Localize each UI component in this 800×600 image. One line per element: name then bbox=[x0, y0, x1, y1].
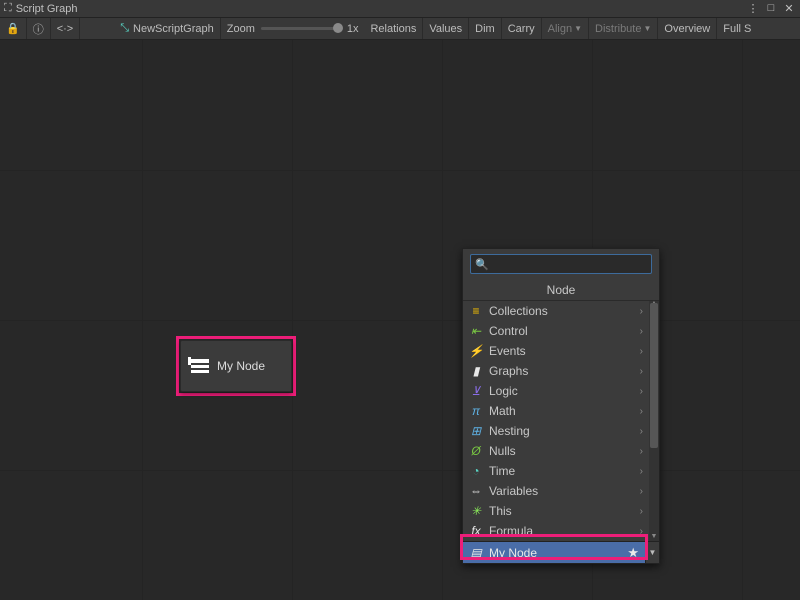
scroll-down-icon[interactable]: ▼ bbox=[649, 533, 659, 541]
lock-icon: 🔒 bbox=[6, 22, 20, 35]
info-icon: ⓘ bbox=[33, 21, 44, 37]
fuzzy-item[interactable]: ◔ Time › bbox=[463, 461, 649, 481]
chevron-down-icon: ▼ bbox=[574, 24, 582, 33]
fuzzy-item[interactable]: π Math › bbox=[463, 401, 649, 421]
zoom-control[interactable]: Zoom 1x bbox=[221, 18, 365, 39]
search-input[interactable] bbox=[493, 258, 647, 270]
star-icon[interactable]: ★ bbox=[627, 545, 639, 561]
bolt-icon: ⚡ bbox=[469, 344, 483, 358]
chevron-down-icon: ▼ bbox=[649, 548, 657, 557]
graph-name-label: NewScriptGraph bbox=[133, 23, 214, 35]
list-icon: ≡ bbox=[469, 304, 483, 318]
fuzzy-item[interactable]: ⇤ Control › bbox=[463, 321, 649, 341]
clock-icon: ◔ bbox=[469, 464, 483, 478]
graph-node[interactable]: My Node bbox=[180, 340, 292, 392]
chevron-right-icon: › bbox=[640, 326, 643, 337]
graph-window-icon: ⛶ bbox=[4, 2, 12, 15]
chevron-right-icon: › bbox=[640, 426, 643, 437]
fuzzy-selected-label: My Node bbox=[489, 546, 537, 560]
chevron-right-icon: › bbox=[640, 446, 643, 457]
node-stack-icon bbox=[191, 359, 209, 373]
fuzzy-item-label: This bbox=[489, 504, 512, 518]
toolbar: 🔒 ⓘ <·> ⤡ NewScriptGraph Zoom 1x Relatio… bbox=[0, 18, 800, 40]
zoom-label: Zoom bbox=[227, 23, 255, 35]
fx-icon: fx bbox=[469, 524, 483, 538]
chevron-right-icon: › bbox=[640, 386, 643, 397]
node-stack-icon: ▤ bbox=[469, 546, 483, 560]
fullscreen-button[interactable]: Full S bbox=[717, 18, 757, 39]
fuzzy-item-label: Time bbox=[489, 464, 515, 478]
fuzzy-selected-item[interactable]: ▤ My Node ★ bbox=[463, 542, 645, 563]
carry-button[interactable]: Carry bbox=[502, 18, 542, 39]
fuzzy-header: Node bbox=[463, 279, 659, 301]
zoom-value: 1x bbox=[347, 23, 359, 35]
branch-icon: ⇤ bbox=[469, 324, 483, 338]
window-titlebar: ⛶ Script Graph ⋮ □ ✕ bbox=[0, 0, 800, 18]
chevron-right-icon: › bbox=[640, 526, 643, 537]
nesting-icon: ⊞ bbox=[469, 424, 483, 438]
chevron-right-icon: › bbox=[640, 406, 643, 417]
folder-icon: ▮ bbox=[469, 364, 483, 378]
relations-button[interactable]: Relations bbox=[364, 18, 423, 39]
var-icon: ⇔ bbox=[469, 484, 483, 498]
overview-button[interactable]: Overview bbox=[658, 18, 717, 39]
search-icon: 🔍 bbox=[475, 258, 489, 271]
fuzzy-item[interactable]: ✳ This › bbox=[463, 501, 649, 521]
fuzzy-options-dropdown[interactable]: ▼ bbox=[645, 542, 659, 563]
chevron-right-icon: › bbox=[640, 506, 643, 517]
chevron-right-icon: › bbox=[640, 486, 643, 497]
fuzzy-item[interactable]: ⇔ Variables › bbox=[463, 481, 649, 501]
code-icon: <·> bbox=[57, 23, 74, 35]
graph-picker[interactable]: ⤡ NewScriptGraph bbox=[114, 18, 221, 39]
this-icon: ✳ bbox=[469, 504, 483, 518]
chevron-right-icon: › bbox=[640, 466, 643, 477]
node-label: My Node bbox=[217, 359, 265, 373]
logic-icon: ⊻ bbox=[469, 384, 483, 398]
scrollbar-track[interactable]: ▲ ▼ bbox=[649, 301, 659, 541]
graph-canvas[interactable]: My Node bbox=[0, 40, 800, 600]
kebab-menu-icon[interactable]: ⋮ bbox=[746, 2, 760, 15]
values-button[interactable]: Values bbox=[423, 18, 469, 39]
fuzzy-item-label: Variables bbox=[489, 484, 538, 498]
fuzzy-item[interactable]: ⊞ Nesting › bbox=[463, 421, 649, 441]
null-icon: Ø bbox=[469, 444, 483, 458]
maximize-icon[interactable]: □ bbox=[764, 2, 778, 15]
info-button[interactable]: ⓘ bbox=[27, 18, 51, 39]
fuzzy-item-label: Events bbox=[489, 344, 526, 358]
fuzzy-item-label: Control bbox=[489, 324, 528, 338]
fuzzy-item-label: Graphs bbox=[489, 364, 528, 378]
pi-icon: π bbox=[469, 404, 483, 418]
fuzzy-item[interactable]: fx Formula › bbox=[463, 521, 649, 541]
chevron-right-icon: › bbox=[640, 366, 643, 377]
fuzzy-item-label: Math bbox=[489, 404, 516, 418]
align-dropdown[interactable]: Align▼ bbox=[542, 18, 589, 39]
fuzzy-item[interactable]: Ø Nulls › bbox=[463, 441, 649, 461]
fuzzy-list: ▲ ▼ ≡ Collections › ⇤ Control › ⚡ Events › ▮ Graph… bbox=[463, 301, 659, 541]
fuzzy-item[interactable]: ⊻ Logic › bbox=[463, 381, 649, 401]
search-box[interactable]: 🔍 bbox=[470, 254, 652, 274]
fuzzy-item[interactable]: ≡ Collections › bbox=[463, 301, 649, 321]
chevron-right-icon: › bbox=[640, 306, 643, 317]
fuzzy-item-label: Formula bbox=[489, 524, 533, 538]
scrollbar-thumb[interactable] bbox=[650, 303, 658, 448]
fuzzy-item-label: Logic bbox=[489, 384, 518, 398]
code-button[interactable]: <·> bbox=[51, 18, 81, 39]
fuzzy-item-label: Nulls bbox=[489, 444, 516, 458]
window-title: Script Graph bbox=[16, 3, 78, 15]
fuzzy-item-label: Nesting bbox=[489, 424, 530, 438]
fuzzy-finder: 🔍 Node ▲ ▼ ≡ Collections › ⇤ Control › ⚡ Events… bbox=[462, 248, 660, 564]
graph-icon: ⤡ bbox=[120, 22, 129, 35]
lock-button[interactable]: 🔒 bbox=[0, 18, 27, 39]
chevron-right-icon: › bbox=[640, 346, 643, 357]
chevron-down-icon: ▼ bbox=[643, 24, 651, 33]
fuzzy-item[interactable]: ⚡ Events › bbox=[463, 341, 649, 361]
close-icon[interactable]: ✕ bbox=[782, 2, 796, 15]
zoom-slider[interactable] bbox=[261, 27, 341, 30]
distribute-dropdown[interactable]: Distribute▼ bbox=[589, 18, 658, 39]
fuzzy-item[interactable]: ▮ Graphs › bbox=[463, 361, 649, 381]
dim-button[interactable]: Dim bbox=[469, 18, 502, 39]
fuzzy-item-label: Collections bbox=[489, 304, 548, 318]
